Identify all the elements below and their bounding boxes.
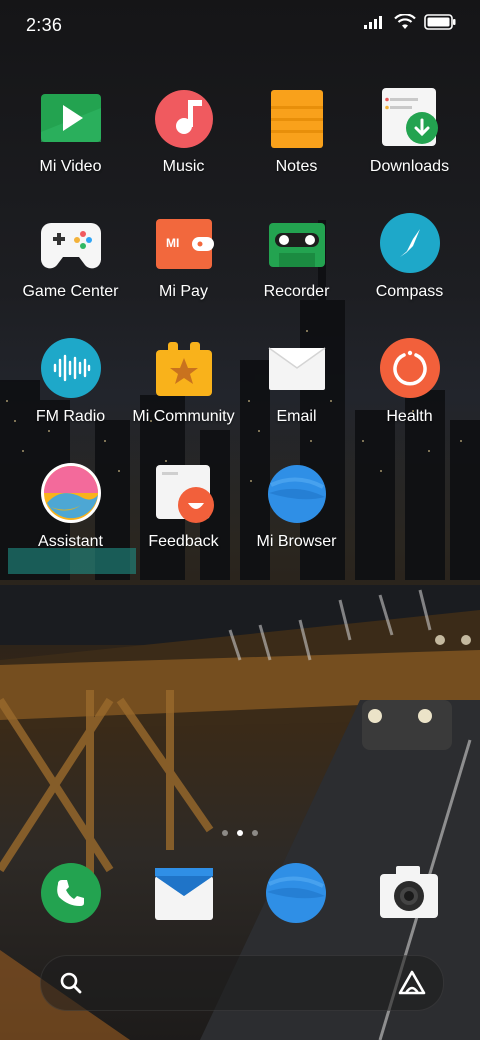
app-label: Feedback: [148, 533, 219, 550]
app-label: Game Center: [22, 283, 119, 300]
assistant-icon: [40, 463, 101, 523]
app-email[interactable]: Email: [240, 338, 353, 426]
notes-icon: [270, 90, 323, 148]
health-icon: [379, 338, 440, 398]
page-dot[interactable]: [252, 830, 258, 836]
app-assistant[interactable]: Assistant: [14, 463, 127, 551]
browser-icon[interactable]: [265, 862, 327, 924]
assistant-logo-icon[interactable]: [397, 969, 427, 997]
app-mi-community[interactable]: Mi Community: [127, 338, 240, 426]
app-label: Recorder: [263, 283, 330, 300]
email-icon: [268, 347, 325, 390]
app-label: Email: [276, 408, 317, 425]
app-label: Downloads: [369, 158, 450, 175]
app-music[interactable]: Music: [127, 88, 240, 176]
battery-icon: [424, 14, 456, 30]
page-dot-active[interactable]: [237, 830, 243, 836]
mi-pay-badge: MI: [166, 236, 179, 250]
app-label: Mi Community: [132, 408, 235, 425]
app-game-center[interactable]: Game Center: [14, 213, 127, 301]
phone-icon[interactable]: [40, 862, 102, 924]
page-indicator: [0, 830, 480, 836]
app-mi-pay[interactable]: MI Mi Pay: [127, 213, 240, 301]
mi-video-icon: [40, 94, 101, 142]
app-fm-radio[interactable]: FM Radio: [14, 338, 127, 426]
music-icon: [154, 90, 213, 148]
app-feedback[interactable]: Feedback: [127, 463, 240, 551]
status-time: 2:36: [26, 15, 63, 35]
app-label: Mi Browser: [256, 533, 337, 550]
search-icon[interactable]: [59, 971, 83, 995]
fm-radio-icon: [40, 338, 101, 398]
app-compass[interactable]: Compass: [353, 213, 466, 301]
app-downloads[interactable]: Downloads: [353, 88, 466, 176]
feedback-icon: [155, 465, 214, 523]
recorder-icon: [268, 223, 325, 267]
camera-icon[interactable]: [378, 862, 440, 924]
app-notes[interactable]: Notes: [240, 88, 353, 176]
compass-icon: [379, 213, 440, 273]
downloads-icon: [381, 88, 438, 146]
page-dot[interactable]: [222, 830, 228, 836]
app-label: Compass: [375, 283, 444, 300]
mi-community-icon: [155, 342, 212, 396]
messages-icon[interactable]: [153, 862, 215, 924]
game-center-icon: [40, 223, 101, 269]
app-mi-browser[interactable]: Mi Browser: [240, 463, 353, 551]
app-label: Mi Video: [39, 158, 102, 175]
app-mi-video[interactable]: Mi Video: [14, 88, 127, 176]
status-bar: 2:36: [0, 0, 480, 52]
signal-icon: [364, 16, 382, 29]
mi-pay-icon: MI: [155, 219, 214, 269]
app-label: Mi Pay: [159, 283, 208, 300]
app-health[interactable]: Health: [353, 338, 466, 426]
app-label: Notes: [275, 158, 318, 175]
app-label: Assistant: [38, 533, 103, 550]
mi-browser-icon: [267, 465, 326, 523]
app-recorder[interactable]: Recorder: [240, 213, 353, 301]
app-label: Music: [162, 158, 205, 175]
app-label: Health: [386, 408, 433, 425]
app-label: FM Radio: [35, 408, 106, 425]
wifi-icon: [394, 14, 416, 29]
search-bar[interactable]: [40, 955, 444, 1011]
